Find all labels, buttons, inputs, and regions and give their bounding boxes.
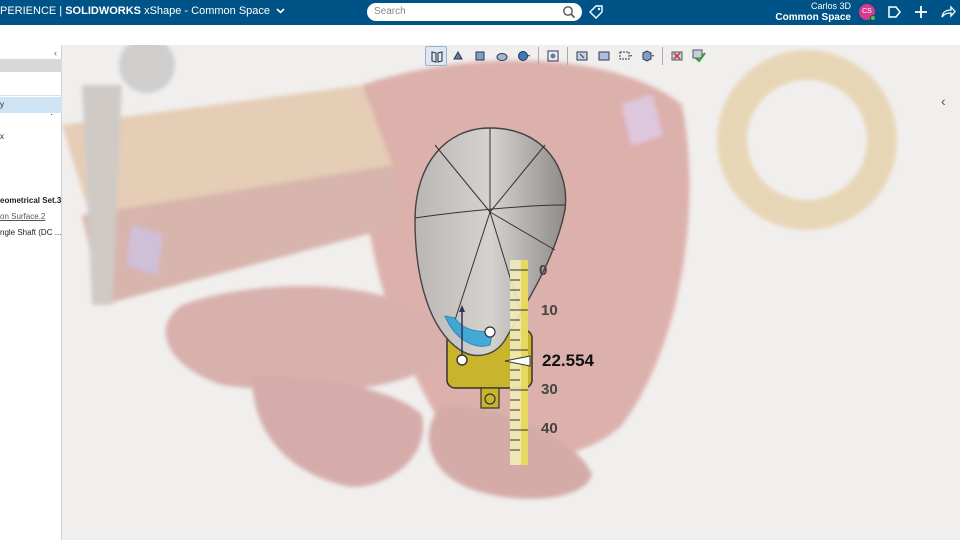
select-box-icon [619, 51, 632, 60]
brand-space: xShape - Common Space [144, 5, 271, 17]
feature-tree-panel: ‹ ··· y x eometrical Set.3 on Surface.2 … [0, 45, 62, 540]
toolbar-divider [538, 47, 539, 65]
shape-model[interactable] [405, 120, 605, 480]
tag-icon[interactable] [588, 4, 604, 20]
view-icon [547, 50, 559, 62]
chevron-down-icon[interactable] [276, 5, 285, 17]
render-style-button[interactable] [513, 46, 535, 66]
view-cube-button[interactable] [637, 46, 659, 66]
bracket-tab [480, 387, 500, 409]
avatar-initials: CS [862, 8, 872, 15]
top-bar: PERIENCE | SOLIDWORKS xShape - Common Sp… [0, 0, 960, 25]
online-status-dot [870, 15, 876, 21]
ok-button[interactable] [688, 46, 710, 66]
grid-button[interactable] [593, 46, 615, 66]
cube-icon [642, 50, 654, 62]
rotate-button[interactable] [469, 46, 491, 66]
book-icon [431, 51, 443, 63]
zoom-icon [496, 53, 508, 61]
share-tag-icon[interactable] [886, 4, 902, 20]
close-icon [671, 51, 683, 61]
avatar[interactable]: CS [859, 4, 876, 21]
tree-item-selected[interactable]: y [0, 97, 62, 113]
user-info[interactable]: Carlos 3D Common Space [775, 1, 851, 23]
panel-toolbar: ··· [0, 72, 62, 120]
section-icon [576, 51, 588, 61]
cancel-button[interactable] [666, 46, 688, 66]
ruler-label-30: 30 [541, 381, 558, 398]
grid-icon [598, 51, 610, 61]
zoom-button[interactable] [491, 46, 513, 66]
tree-item-surface[interactable]: on Surface.2 [0, 212, 45, 221]
viewport-toolbar [425, 46, 710, 66]
fit-all-button[interactable] [425, 46, 447, 66]
checkmark-icon [692, 49, 706, 63]
user-name: Carlos 3D [810, 1, 851, 11]
toolbar-divider [567, 47, 568, 65]
rotate-icon [475, 51, 485, 61]
measure-value[interactable]: 22.554 [542, 351, 594, 371]
chevron-left-icon[interactable]: ‹ [941, 93, 946, 109]
panel-header [0, 59, 62, 72]
drag-handle[interactable] [456, 354, 468, 366]
search-icon[interactable] [562, 5, 576, 19]
search-input[interactable]: Search [367, 3, 582, 21]
sphere-icon [518, 51, 530, 61]
pan-icon [453, 50, 463, 60]
app-title[interactable]: PERIENCE | SOLIDWORKS xShape - Common Sp… [0, 5, 285, 17]
chevron-left-icon[interactable]: ‹ [54, 48, 57, 58]
selection-mode-button[interactable] [615, 46, 637, 66]
search-placeholder: Search [374, 6, 406, 17]
section-button[interactable] [571, 46, 593, 66]
tree-item-geometrical-set[interactable]: eometrical Set.3 [0, 196, 61, 205]
secondary-bar [0, 25, 960, 45]
pivot-handle[interactable] [484, 326, 496, 338]
brand-prefix: PERIENCE | [0, 5, 63, 17]
plus-icon[interactable] [913, 4, 929, 20]
tree-item-x[interactable]: x [0, 132, 4, 141]
tree-item-label: y [0, 100, 4, 109]
ruler-label-40: 40 [541, 420, 558, 437]
ruler-label-10: 10 [541, 302, 558, 319]
share-icon[interactable] [940, 4, 956, 20]
user-space: Common Space [775, 12, 851, 23]
toolbar-divider [662, 47, 663, 65]
pan-button[interactable] [447, 46, 469, 66]
tree-item-shaft[interactable]: ngle Shaft (DC ... [0, 228, 61, 237]
ruler-label-0: 0 [539, 262, 548, 279]
view-selector-button[interactable] [542, 46, 564, 66]
brand-app: SOLIDWORKS [65, 5, 141, 17]
